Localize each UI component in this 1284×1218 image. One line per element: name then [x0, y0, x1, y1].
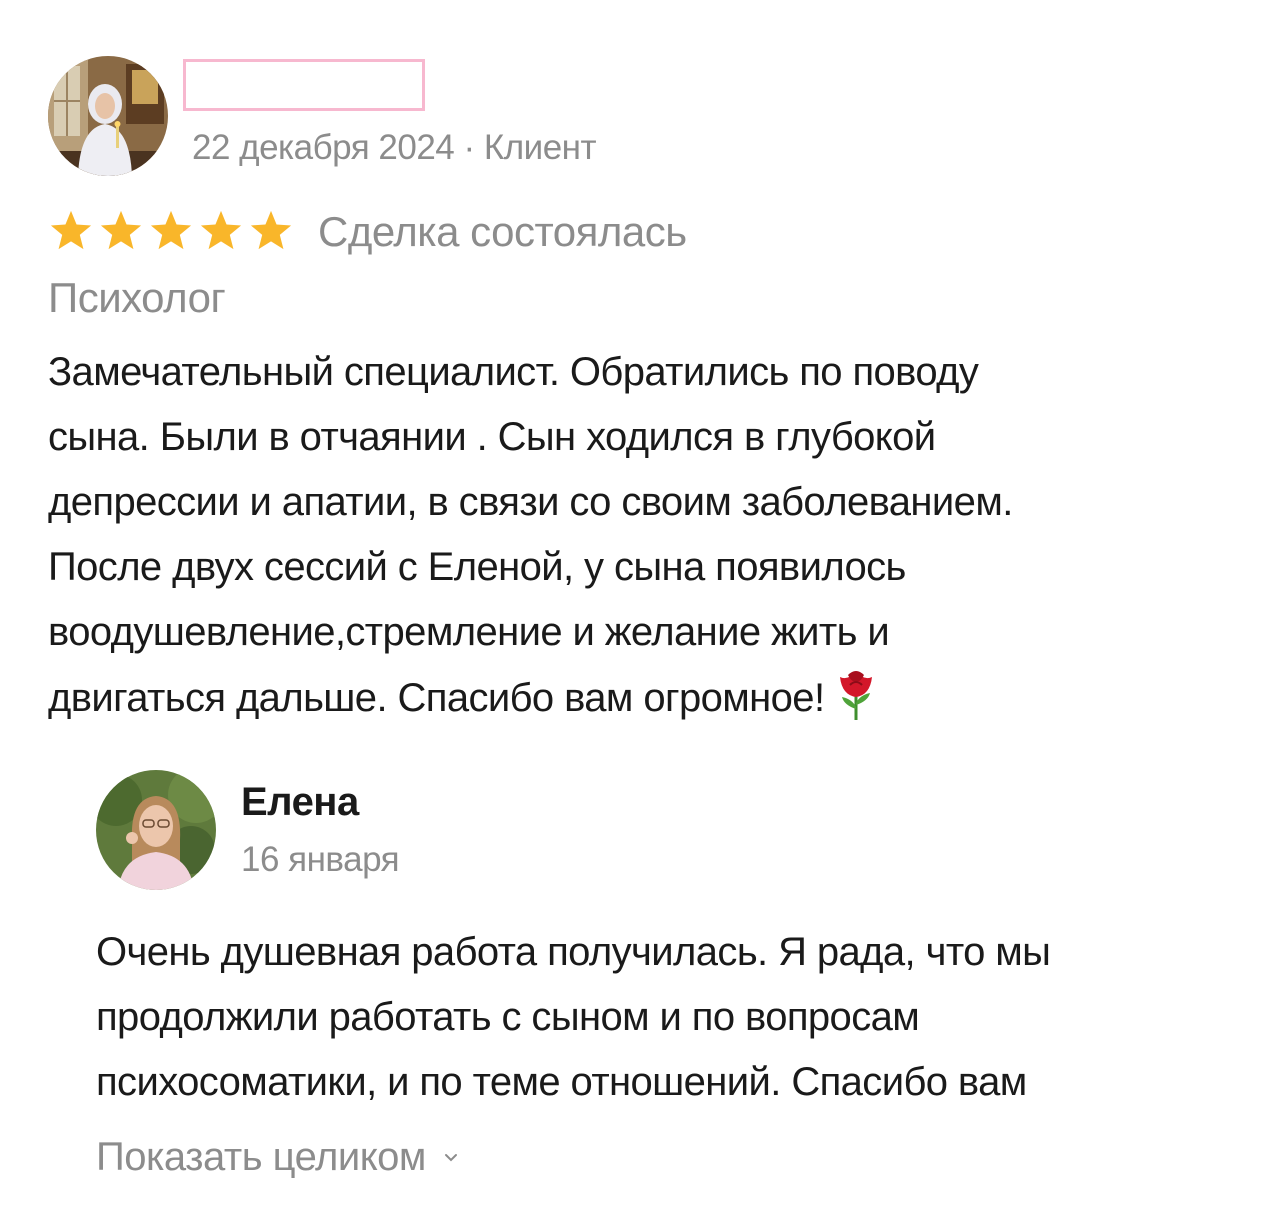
reply-text-line: продолжили работать с сыном и по вопроса… [96, 995, 920, 1039]
deal-status: Сделка состоялась [318, 208, 687, 255]
reply-date: 16 января [241, 840, 400, 879]
show-full-button[interactable]: Показать целиком [96, 1135, 458, 1180]
review-text-line: сына. Были в отчаянии . Сын ходился в гл… [48, 415, 936, 459]
review-author-role: Клиент [483, 128, 597, 167]
reply-text-line: Очень душевная работа получилась. Я рада… [96, 930, 1051, 974]
review-text-line: После двух сессий с Еленой, у сына появи… [48, 545, 906, 589]
review-text-line: Замечательный специалист. Обратились по … [48, 350, 979, 394]
star-icon [98, 209, 144, 253]
show-full-label: Показать целиком [96, 1135, 426, 1179]
star-icon [148, 209, 194, 253]
star-icon [198, 209, 244, 253]
redacted-author-name [183, 59, 425, 111]
review-date: 22 декабря 2024 [192, 128, 455, 167]
reply-author-name: Елена [241, 780, 359, 824]
reply-author-avatar [96, 770, 216, 890]
star-icon [48, 209, 94, 253]
client-avatar [48, 56, 168, 176]
service-category: Психолог [48, 274, 226, 321]
rose-icon [834, 665, 878, 721]
review-meta: 22 декабря 2024 · Клиент [192, 128, 597, 168]
review-text: Замечательный специалист. Обратились по … [48, 340, 1248, 731]
meta-separator: · [454, 128, 484, 167]
rating-stars [48, 209, 294, 253]
review-text-line-last: двигаться дальше. Спасибо вам огромное! [48, 665, 1248, 731]
reply-text-line: психосоматики, и по теме отношений. Спас… [96, 1060, 1027, 1104]
star-icon [248, 209, 294, 253]
review-text-line: депрессии и апатии, в связи со своим заб… [48, 480, 1013, 524]
review-text-line: воодушевление,стремление и желание жить … [48, 610, 890, 654]
chevron-down-icon [444, 1153, 458, 1163]
review-text-line: двигаться дальше. Спасибо вам огромное! [48, 676, 825, 720]
reply-text: Очень душевная работа получилась. Я рада… [96, 920, 1256, 1115]
